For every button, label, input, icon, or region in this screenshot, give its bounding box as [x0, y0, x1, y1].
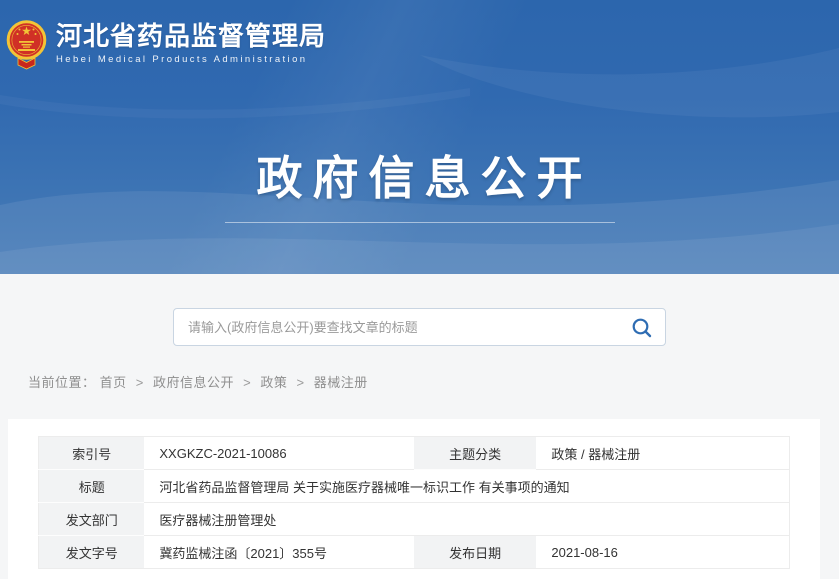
site-subtitle: Hebei Medical Products Administration	[56, 54, 326, 65]
page-title: 政府信息公开	[0, 150, 839, 206]
breadcrumb-label: 当前位置：	[28, 375, 96, 390]
breadcrumb-item-policy[interactable]: 政策	[260, 375, 287, 390]
document-meta-table: 索引号 XXGKZC-2021-10086 主题分类 政策 / 器械注册 标题 …	[38, 436, 790, 569]
breadcrumb-separator: >	[297, 375, 305, 390]
search-input[interactable]	[174, 309, 665, 345]
field-value-document-number: 冀药监械注函〔2021〕355号	[144, 536, 414, 569]
field-value-title: 河北省药品监督管理局 关于实施医疗器械唯一标识工作 有关事项的通知	[144, 470, 789, 503]
breadcrumb-separator: >	[136, 375, 144, 390]
field-label-publish-date: 发布日期	[414, 536, 536, 569]
page: 河北省药品监督管理局 Hebei Medical Products Admini…	[0, 0, 839, 570]
field-label-index-number: 索引号	[39, 437, 145, 470]
field-label-document-number: 发文字号	[39, 536, 145, 569]
search-box	[173, 308, 666, 346]
field-label-issuing-department: 发文部门	[39, 503, 145, 536]
site-title: 河北省药品监督管理局	[56, 21, 326, 51]
breadcrumb-item-home[interactable]: 首页	[100, 375, 127, 390]
field-value-publish-date: 2021-08-16	[536, 536, 789, 569]
search-button[interactable]	[627, 313, 657, 343]
table-row-department: 发文部门 医疗器械注册管理处	[39, 503, 790, 536]
national-emblem-icon	[6, 15, 47, 70]
site-brand: 河北省药品监督管理局 Hebei Medical Products Admini…	[6, 15, 326, 70]
field-label-topic-category: 主题分类	[414, 437, 536, 470]
field-value-index-number: XXGKZC-2021-10086	[144, 437, 414, 470]
field-value-issuing-department: 医疗器械注册管理处	[144, 503, 789, 536]
table-row-index: 索引号 XXGKZC-2021-10086 主题分类 政策 / 器械注册	[39, 437, 790, 470]
banner: 河北省药品监督管理局 Hebei Medical Products Admini…	[0, 0, 839, 274]
field-label-title: 标题	[39, 470, 145, 503]
breadcrumb-item-gov-info[interactable]: 政府信息公开	[153, 375, 234, 390]
table-row-title: 标题 河北省药品监督管理局 关于实施医疗器械唯一标识工作 有关事项的通知	[39, 470, 790, 503]
field-value-topic-category: 政策 / 器械注册	[536, 437, 789, 470]
document-card: 索引号 XXGKZC-2021-10086 主题分类 政策 / 器械注册 标题 …	[8, 419, 820, 579]
content-area: 当前位置： 首页 > 政府信息公开 > 政策 > 器械注册	[0, 274, 839, 391]
breadcrumb-item-device-registration[interactable]: 器械注册	[314, 375, 368, 390]
breadcrumb-separator: >	[243, 375, 251, 390]
table-row-document-number: 发文字号 冀药监械注函〔2021〕355号 发布日期 2021-08-16	[39, 536, 790, 569]
search-icon	[631, 317, 653, 339]
title-underline	[225, 222, 615, 223]
breadcrumb: 当前位置： 首页 > 政府信息公开 > 政策 > 器械注册	[28, 372, 839, 391]
